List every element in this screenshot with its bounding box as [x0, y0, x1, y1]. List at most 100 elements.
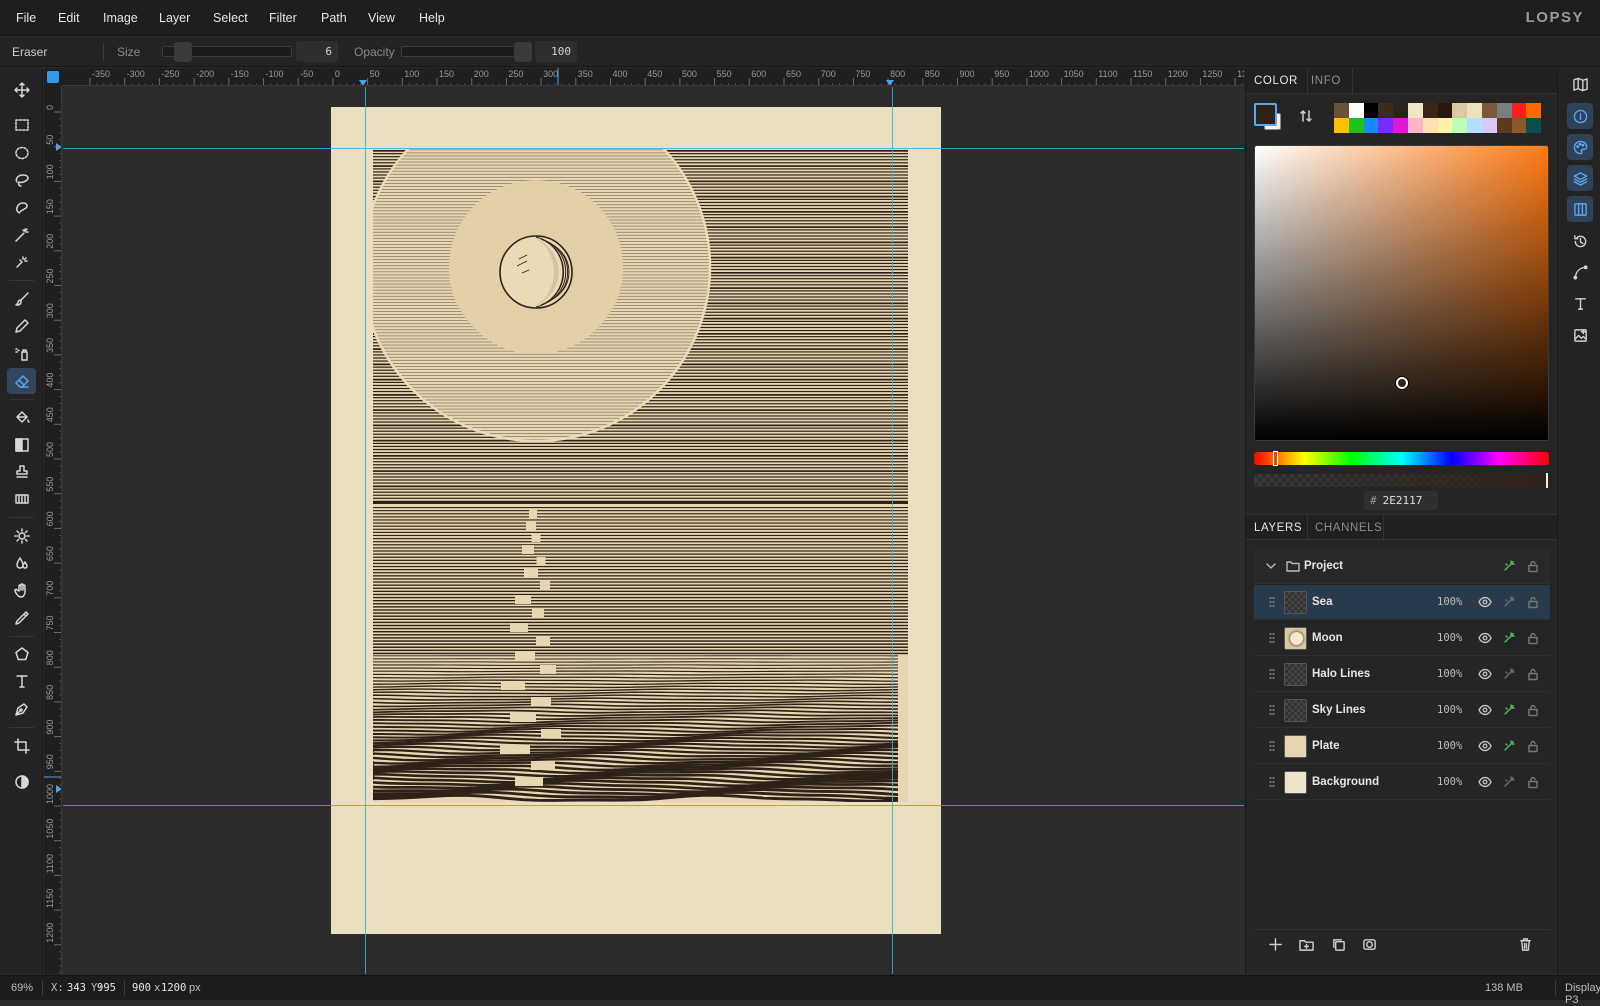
eraser-tool[interactable] [7, 368, 36, 394]
layer-row[interactable]: Moon100% [1254, 621, 1550, 656]
text-tool[interactable] [7, 668, 36, 694]
color-swatch[interactable] [1378, 118, 1393, 133]
image-adjust-button[interactable] [1567, 322, 1593, 348]
layer-opacity[interactable]: 100% [1437, 596, 1462, 608]
color-swatch[interactable] [1497, 118, 1512, 133]
opacity-slider[interactable] [401, 46, 531, 57]
layer-mask-button[interactable] [1362, 937, 1380, 955]
color-swatch[interactable] [1393, 103, 1408, 118]
menu-edit[interactable]: Edit [58, 11, 80, 25]
lock-icon[interactable] [1526, 739, 1541, 754]
layer-row[interactable]: Background 100% [1254, 765, 1550, 800]
tab-color[interactable]: COLOR [1254, 75, 1298, 87]
size-input[interactable]: 6 [296, 41, 338, 62]
horizontal-ruler[interactable]: -350-300-250-200-150-100-500501001502002… [62, 68, 1244, 86]
eye-icon[interactable] [1478, 631, 1493, 646]
color-swatch[interactable] [1378, 103, 1393, 118]
pencil-tool[interactable] [7, 313, 36, 339]
layer-name[interactable]: Moon [1312, 632, 1343, 644]
drag-handle-icon[interactable] [1269, 668, 1275, 680]
add-group-button[interactable] [1299, 937, 1317, 955]
magnetic-lasso-tool[interactable] [7, 195, 36, 221]
color-swatch[interactable] [1438, 118, 1453, 133]
layer-opacity[interactable]: 100% [1437, 776, 1462, 788]
drag-handle-icon[interactable] [1269, 704, 1275, 716]
alpha-slider[interactable] [1254, 474, 1549, 487]
ruler-corner[interactable] [44, 68, 62, 86]
color-swatch[interactable] [1408, 118, 1423, 133]
lasso-tool[interactable] [7, 167, 36, 193]
lock-icon[interactable] [1526, 775, 1541, 790]
quick-select-tool[interactable] [7, 249, 36, 275]
color-swatch[interactable] [1423, 103, 1438, 118]
gradient-tool[interactable] [7, 432, 36, 458]
effects-icon[interactable] [1502, 775, 1517, 790]
color-swatch[interactable] [1497, 103, 1512, 118]
color-swatch[interactable] [1467, 118, 1482, 133]
stamp-tool[interactable] [7, 459, 36, 485]
color-swatch[interactable] [1452, 118, 1467, 133]
eye-icon[interactable] [1478, 739, 1493, 754]
drag-handle-icon[interactable] [1269, 776, 1275, 788]
canvas-viewport[interactable] [63, 87, 1244, 974]
size-slider-thumb[interactable] [174, 42, 192, 62]
lock-icon[interactable] [1526, 631, 1541, 646]
ellipse-select-tool[interactable] [7, 140, 36, 166]
lock-icon[interactable] [1526, 667, 1541, 682]
layer-name[interactable]: Halo Lines [1312, 668, 1370, 680]
lock-icon[interactable] [1526, 595, 1541, 610]
color-swatch[interactable] [1438, 103, 1453, 118]
spray-tool[interactable] [7, 341, 36, 367]
color-picker-cursor[interactable] [1396, 377, 1408, 389]
history-panel-button[interactable] [1567, 228, 1593, 254]
color-swatch[interactable] [1364, 118, 1379, 133]
guide-vertical-left[interactable] [365, 87, 366, 974]
layer-row[interactable]: Sea 100% [1254, 585, 1550, 620]
color-swatch[interactable] [1452, 103, 1467, 118]
drag-handle-icon[interactable] [1269, 740, 1275, 752]
chevron-down-icon[interactable] [1264, 559, 1279, 574]
fill-tool[interactable] [7, 404, 36, 430]
eye-icon[interactable] [1478, 667, 1493, 682]
color-swatch[interactable] [1334, 118, 1349, 133]
layer-name[interactable]: Background [1312, 776, 1379, 788]
document-canvas[interactable] [331, 107, 941, 934]
shape-tool[interactable] [7, 641, 36, 667]
color-swatch[interactable] [1334, 103, 1349, 118]
magic-wand-tool[interactable] [7, 222, 36, 248]
color-swatch[interactable] [1467, 103, 1482, 118]
drag-handle-icon[interactable] [1269, 632, 1275, 644]
effects-icon[interactable] [1502, 739, 1517, 754]
layer-row[interactable]: Plate100% [1254, 729, 1550, 764]
brush-tool[interactable] [7, 286, 36, 312]
effects-icon[interactable] [1502, 631, 1517, 646]
layer-row[interactable]: Sky Lines100% [1254, 693, 1550, 728]
menu-layer[interactable]: Layer [159, 11, 190, 25]
layer-row[interactable]: Halo Lines100% [1254, 657, 1550, 692]
menu-view[interactable]: View [368, 11, 395, 25]
eye-icon[interactable] [1478, 703, 1493, 718]
layer-name[interactable]: Sea [1312, 596, 1332, 608]
color-swatch[interactable] [1512, 118, 1527, 133]
saturation-value-picker[interactable] [1254, 145, 1549, 441]
foreground-color-swatch[interactable] [1254, 103, 1277, 126]
color-swatch[interactable] [1393, 118, 1408, 133]
zoom-level[interactable]: 69% [11, 982, 33, 994]
effects-icon[interactable] [1502, 559, 1517, 574]
vertical-ruler[interactable]: 0501001502002503003504004505005506006507… [44, 86, 62, 974]
hue-slider-thumb[interactable] [1273, 451, 1278, 466]
color-swatch[interactable] [1482, 118, 1497, 133]
color-panel-button[interactable] [1567, 134, 1593, 160]
opacity-input[interactable]: 100 [535, 41, 577, 62]
info-panel-button[interactable] [1567, 103, 1593, 129]
guide-horizontal-top[interactable] [63, 148, 1244, 149]
lock-icon[interactable] [1526, 703, 1541, 718]
tab-layers[interactable]: LAYERS [1254, 522, 1302, 534]
effects-icon[interactable] [1502, 703, 1517, 718]
hex-color-input[interactable]: #2E2117 [1364, 491, 1438, 510]
smudge-tool[interactable] [7, 577, 36, 603]
size-slider[interactable] [162, 46, 292, 57]
adjustment-tool[interactable] [7, 769, 36, 795]
menu-image[interactable]: Image [103, 11, 138, 25]
color-profile[interactable]: Display P3 [1565, 982, 1600, 1006]
